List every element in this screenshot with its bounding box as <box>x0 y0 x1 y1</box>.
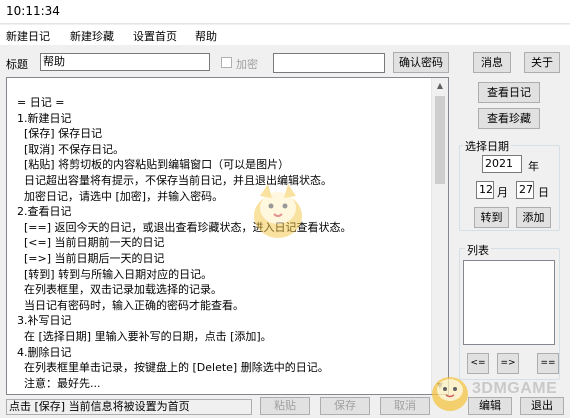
view-diary-button[interactable]: 查看日记 <box>478 82 540 103</box>
diary-editor[interactable]: = 日记 = 1.新建日记 [保存] 保存日记 [取消] 不保存日记。 [粘贴] … <box>6 77 449 395</box>
year-input[interactable]: 2021 <box>482 155 522 173</box>
password-input[interactable] <box>273 53 385 73</box>
diary-content: = 日记 = 1.新建日记 [保存] 保存日记 [取消] 不保存日记。 [粘贴] … <box>17 95 352 391</box>
watermark-logo: 3DMGAME <box>430 366 568 414</box>
goto-button[interactable]: 转到 <box>474 207 509 228</box>
scroll-up-icon[interactable]: ▲ <box>432 78 448 94</box>
menu-new-collection[interactable]: 新建珍藏 <box>70 28 114 44</box>
mascot-watermark-center <box>248 178 308 242</box>
confirm-password-button[interactable]: 确认密码 <box>393 52 449 73</box>
menu-new-diary[interactable]: 新建日记 <box>6 28 50 44</box>
list-label: 列表 <box>465 242 491 258</box>
content-line: [转到] 转到与所输入日期对应的日记。 <box>17 267 213 281</box>
menu-bar: 新建日记 新建珍藏 设置首页 帮助 <box>0 25 570 45</box>
day-unit: 日 <box>538 186 549 199</box>
content-line: 在列表框里，双击记录加载选择的记录。 <box>17 283 222 297</box>
save-button[interactable]: 保存 <box>320 397 370 415</box>
menu-help[interactable]: 帮助 <box>195 28 217 44</box>
title-bar: 10:11:34 <box>0 0 570 24</box>
content-line: 注意：最好先... <box>17 376 101 390</box>
window-title: 10:11:34 <box>6 4 60 18</box>
about-button[interactable]: 关于 <box>524 52 560 73</box>
content-line: 4.删除日记 <box>17 345 72 359</box>
content-line: 3.补写日记 <box>17 314 72 328</box>
encrypt-label: 加密 <box>236 58 258 71</box>
content-line: [粘贴] 将剪切板的内容粘贴到编辑窗口（可以是图片） <box>17 158 290 172</box>
status-text: 点击 [保存] 当前信息将被设置为首页 <box>6 399 252 415</box>
month-input[interactable]: 12 <box>476 181 494 199</box>
scroll-thumb[interactable] <box>435 96 445 184</box>
encrypt-checkbox[interactable] <box>221 57 232 68</box>
content-line: [保存] 保存日记 <box>17 127 103 141</box>
content-line: = 日记 = <box>17 96 65 109</box>
content-line: 在列表框里单击记录，按键盘上的 [Delete] 删除选中的日记。 <box>17 361 329 375</box>
watermark-text: 3DMGAME <box>472 380 558 397</box>
month-unit: 月 <box>497 186 508 199</box>
title-label: 标题 <box>6 58 28 71</box>
add-button[interactable]: 添加 <box>516 207 551 228</box>
editor-scrollbar[interactable]: ▲ ▼ <box>431 78 448 394</box>
select-date-label: 选择日期 <box>463 138 511 154</box>
content-line: 1.新建日记 <box>17 111 72 125</box>
menu-set-homepage[interactable]: 设置首页 <box>133 28 177 44</box>
year-unit: 年 <box>528 160 539 173</box>
content-line: 当日记有密码时，输入正确的密码才能查看。 <box>17 298 244 312</box>
cancel-button[interactable]: 取消 <box>380 397 430 415</box>
message-button[interactable]: 消息 <box>473 52 511 73</box>
view-collection-button[interactable]: 查看珍藏 <box>478 108 540 129</box>
day-input[interactable]: 27 <box>516 181 534 199</box>
diary-listbox[interactable] <box>463 260 555 345</box>
paste-button[interactable]: 粘贴 <box>260 397 310 415</box>
title-input[interactable]: 帮助 <box>40 53 210 71</box>
content-line: [取消] 不保存日记。 <box>17 142 125 156</box>
content-line: 在 [选择日期] 里输入要补写的日期，点击 [添加]。 <box>17 329 272 343</box>
content-line: [=>] 当前日期后一天的日记 <box>17 251 165 265</box>
